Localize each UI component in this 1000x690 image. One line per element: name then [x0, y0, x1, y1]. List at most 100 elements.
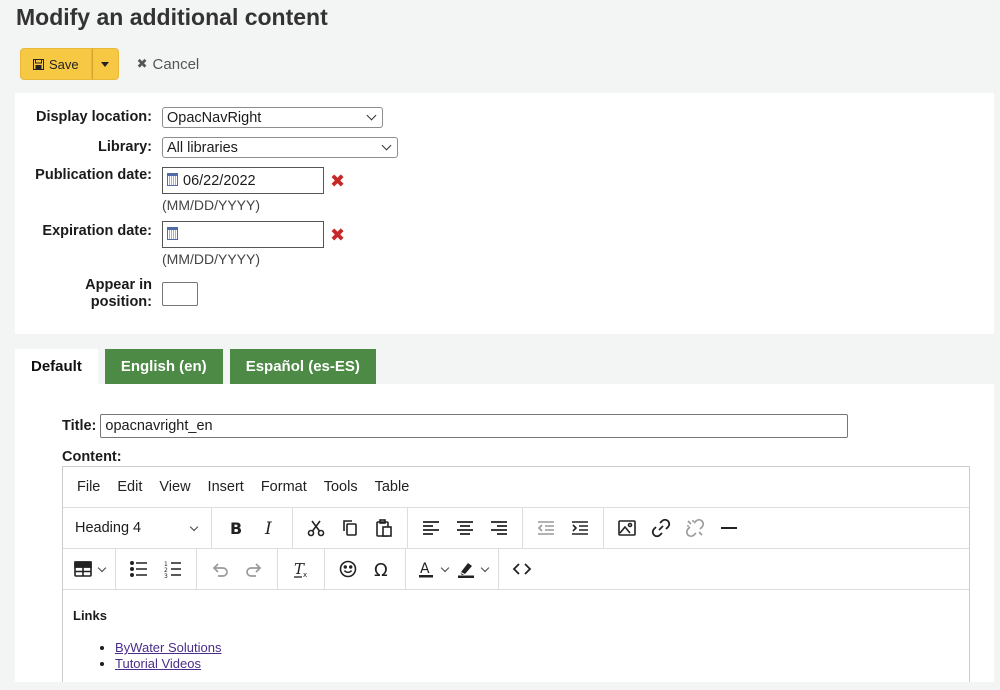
save-icon: [33, 58, 44, 70]
emoticons-button[interactable]: [331, 553, 365, 585]
save-button[interactable]: Save: [20, 48, 92, 80]
cancel-button-label: Cancel: [152, 55, 200, 73]
redo-button[interactable]: [237, 553, 271, 585]
indent-button[interactable]: [563, 512, 597, 544]
undo-button[interactable]: [203, 553, 237, 585]
editor-content-area[interactable]: Links ByWater Solutions Tutorial Videos: [63, 590, 969, 690]
source-code-button[interactable]: [505, 553, 539, 585]
cancel-button[interactable]: ✖ Cancel: [137, 56, 200, 73]
paste-button[interactable]: [367, 512, 401, 544]
svg-text:x: x: [303, 571, 307, 579]
block-format-value: Heading 4: [75, 520, 142, 536]
bullet-list-icon: [129, 560, 147, 578]
clear-formatting-button[interactable]: Tx: [284, 553, 318, 585]
display-location-label: Display location:: [35, 109, 152, 125]
highlight-color-button[interactable]: [452, 553, 492, 585]
smiley-icon: [339, 560, 357, 578]
block-format-select[interactable]: Heading 4: [67, 512, 205, 544]
cut-button[interactable]: [299, 512, 333, 544]
link-icon: [651, 518, 671, 538]
bold-icon: B: [230, 519, 242, 538]
links-list: ByWater Solutions Tutorial Videos: [73, 640, 959, 672]
highlighter-icon: [458, 563, 474, 578]
bullet-list-button[interactable]: [122, 553, 156, 585]
content-heading: Links: [73, 608, 107, 623]
publication-date-value: 06/22/2022: [183, 172, 256, 189]
position-input[interactable]: [162, 282, 198, 306]
code-icon: [512, 563, 532, 575]
chevron-down-icon: [97, 563, 107, 572]
tab-default[interactable]: Default: [15, 349, 98, 384]
list-item: Tutorial Videos: [115, 656, 959, 672]
outdent-button[interactable]: [529, 512, 563, 544]
align-right-button[interactable]: [482, 512, 516, 544]
unlink-icon: [685, 518, 705, 538]
redo-icon: [246, 563, 262, 577]
italic-button[interactable]: I: [252, 512, 286, 544]
tab-english[interactable]: English (en): [104, 349, 223, 384]
content-panel: Title: opacnavright_en Content: File Edi…: [15, 384, 994, 682]
publication-date-hint: (MM/DD/YYYY): [162, 197, 260, 213]
save-options-dropdown-button[interactable]: [91, 48, 119, 80]
insert-image-button[interactable]: [610, 512, 644, 544]
link-bywater-solutions[interactable]: ByWater Solutions: [115, 640, 221, 655]
tab-spanish[interactable]: Español (es-ES): [229, 349, 376, 384]
menu-tools[interactable]: Tools: [324, 479, 358, 495]
editor-toolbar-row-2: 123 Tx Ω A: [63, 548, 969, 590]
clear-publication-date-icon[interactable]: ✖: [330, 172, 345, 190]
library-select[interactable]: All libraries: [162, 137, 398, 158]
library-row: Library: All libraries: [15, 137, 398, 158]
bold-button[interactable]: B: [218, 512, 252, 544]
menu-edit[interactable]: Edit: [117, 479, 142, 495]
table-button[interactable]: [69, 553, 109, 585]
menu-view[interactable]: View: [159, 479, 190, 495]
table-icon: [74, 561, 92, 577]
align-left-icon: [423, 521, 439, 535]
special-character-button[interactable]: Ω: [365, 553, 399, 585]
chevron-down-icon: [381, 140, 392, 151]
menu-file[interactable]: File: [77, 479, 100, 495]
svg-text:3: 3: [164, 573, 168, 579]
clear-formatting-icon: Tx: [294, 560, 307, 579]
content-label: Content:: [62, 449, 122, 465]
svg-text:I: I: [264, 519, 272, 538]
horizontal-line-icon: [721, 527, 737, 529]
library-value: All libraries: [167, 139, 238, 156]
close-icon: ✖: [136, 56, 148, 71]
chevron-down-icon: [189, 522, 199, 531]
publication-date-label: Publication date:: [35, 167, 152, 183]
indent-icon: [572, 521, 588, 535]
menu-table[interactable]: Table: [375, 479, 410, 495]
image-icon: [618, 520, 636, 536]
align-right-icon: [491, 521, 507, 535]
menu-format[interactable]: Format: [261, 479, 307, 495]
expiration-date-row: Expiration date: ✖ (MM/DD/YYYY): [15, 221, 345, 267]
calendar-icon[interactable]: [167, 173, 178, 186]
caret-down-icon: [101, 61, 110, 67]
copy-button[interactable]: [333, 512, 367, 544]
align-center-icon: [457, 521, 473, 535]
editor-toolbar-row-1: Heading 4 B I: [63, 507, 969, 549]
insert-link-button[interactable]: [644, 512, 678, 544]
display-location-row: Display location: OpacNavRight: [15, 107, 383, 128]
title-input[interactable]: opacnavright_en: [100, 414, 849, 438]
page-title: Modify an additional content: [16, 4, 328, 30]
link-tutorial-videos[interactable]: Tutorial Videos: [115, 656, 201, 671]
horizontal-line-button[interactable]: [712, 512, 746, 544]
publication-date-input[interactable]: 06/22/2022: [162, 167, 324, 194]
numbered-list-button[interactable]: 123: [156, 553, 190, 585]
text-color-button[interactable]: A: [412, 553, 452, 585]
expiration-date-input[interactable]: [162, 221, 324, 248]
menu-insert[interactable]: Insert: [208, 479, 244, 495]
text-color-icon: A: [419, 561, 433, 578]
align-left-button[interactable]: [414, 512, 448, 544]
align-center-button[interactable]: [448, 512, 482, 544]
chevron-down-icon: [366, 110, 377, 121]
unlink-button[interactable]: [678, 512, 712, 544]
clear-expiration-date-icon[interactable]: ✖: [330, 226, 345, 244]
scissors-icon: [307, 520, 325, 537]
calendar-icon[interactable]: [167, 227, 178, 240]
chevron-down-icon: [440, 563, 450, 572]
display-location-select[interactable]: OpacNavRight: [162, 107, 383, 128]
paste-icon: [376, 519, 392, 537]
